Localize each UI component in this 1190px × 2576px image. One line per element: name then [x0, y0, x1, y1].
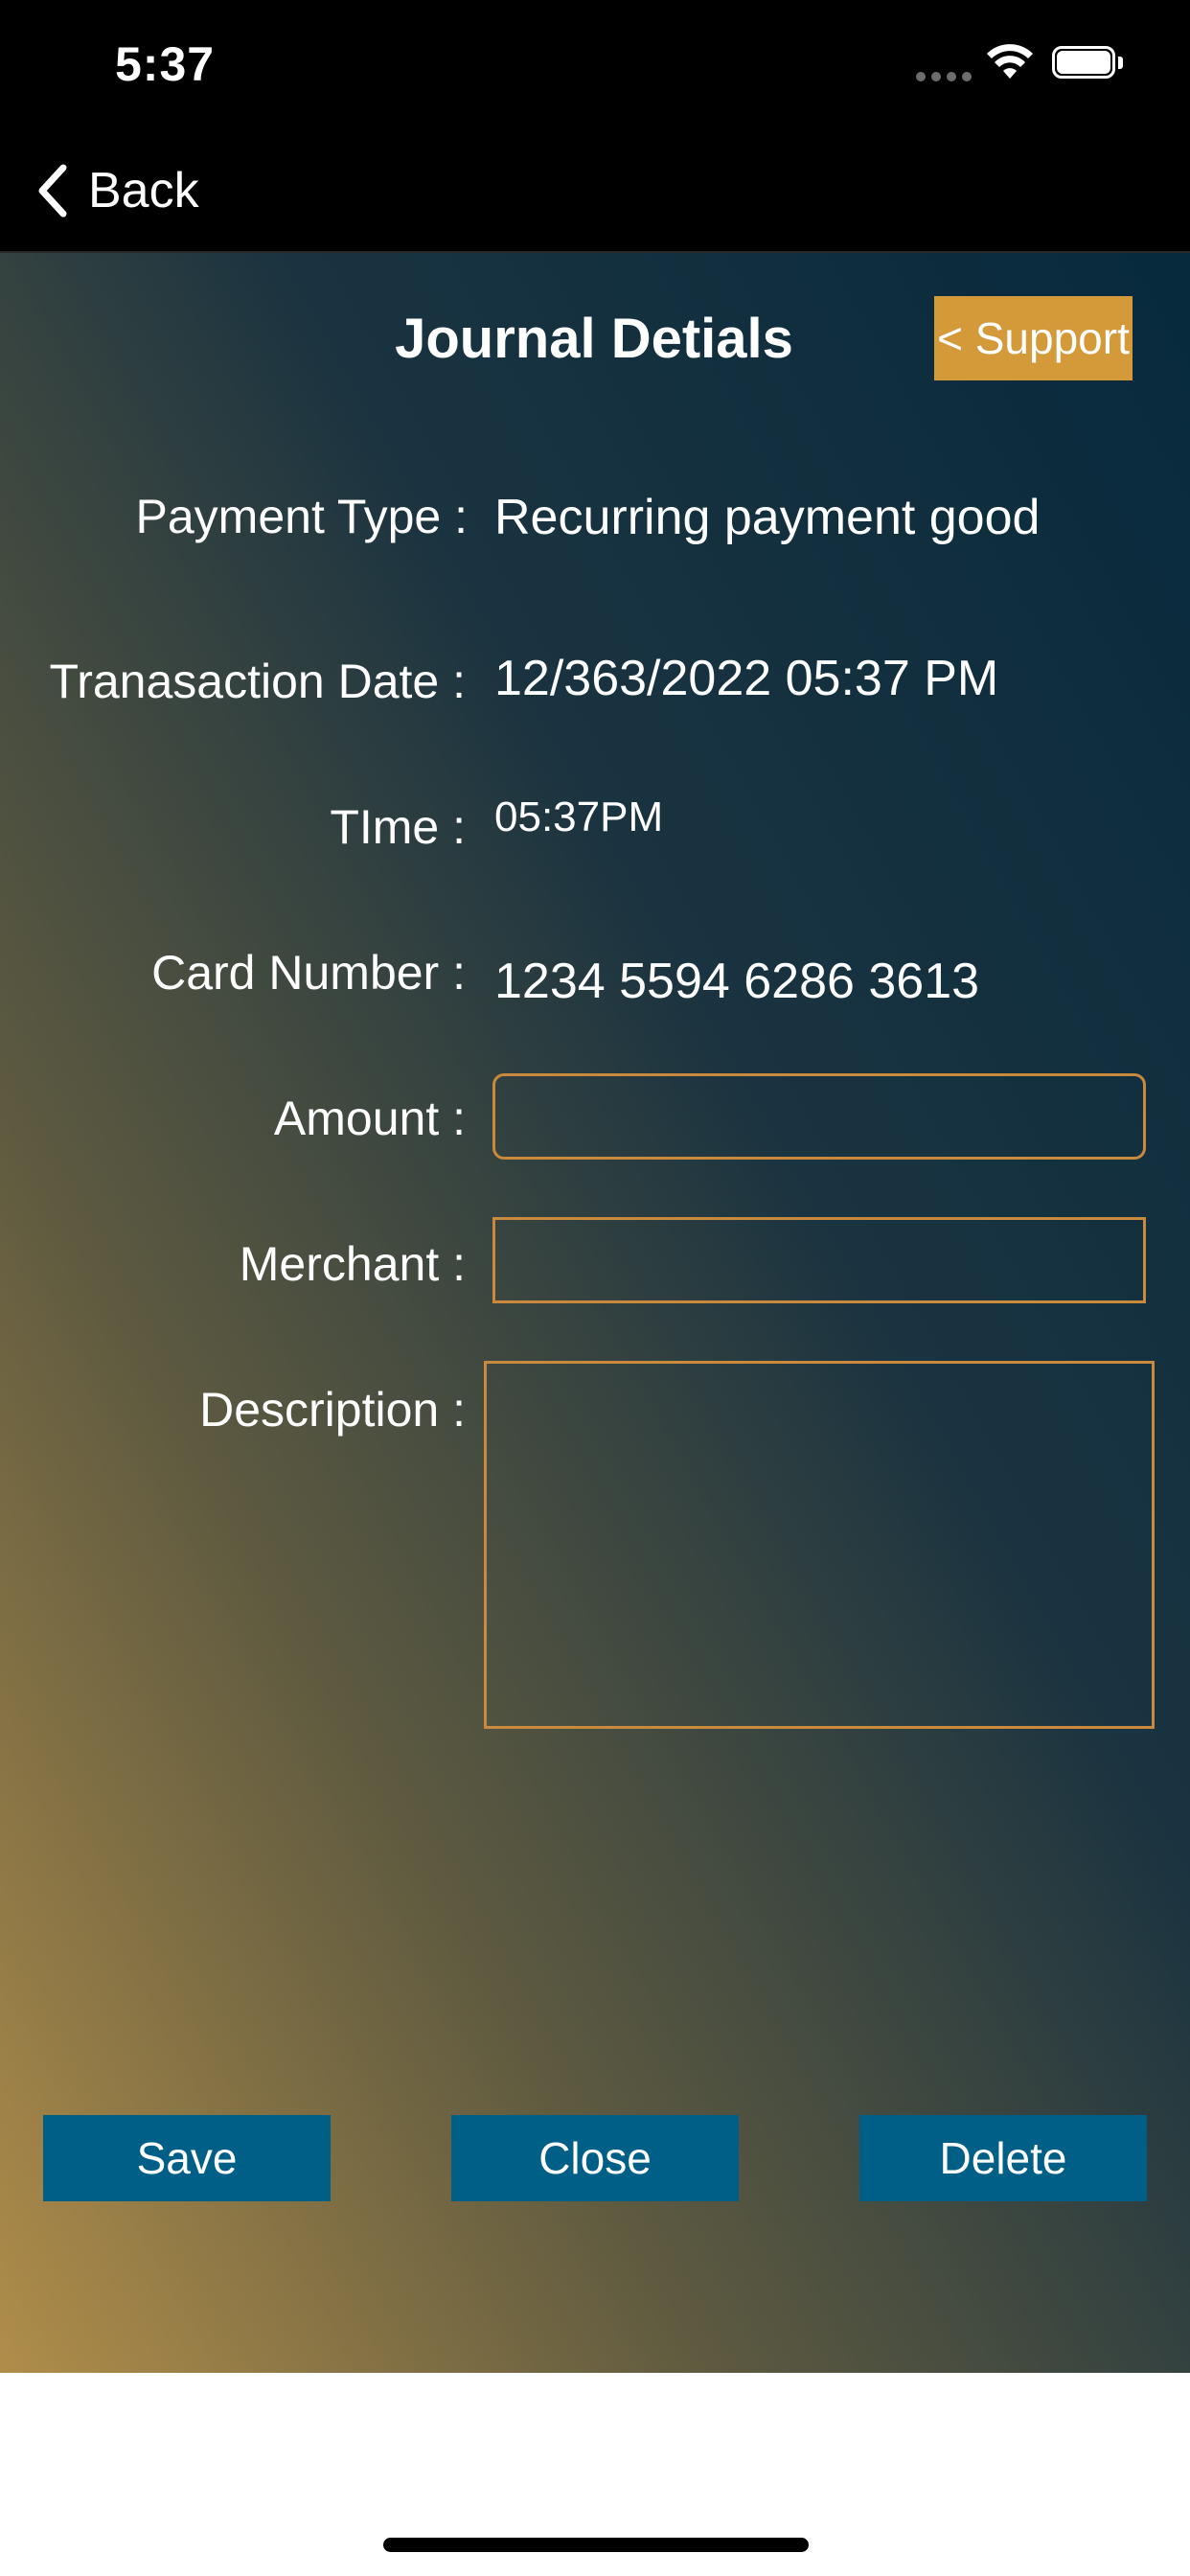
payment-type-value: Recurring payment good	[494, 490, 1041, 545]
delete-button[interactable]: Delete	[859, 2115, 1147, 2201]
journal-details-screen: Journal Detials < Support Payment Type :…	[0, 253, 1190, 2373]
transaction-date-label: Tranasaction Date :	[49, 655, 466, 708]
chevron-left-icon	[38, 164, 67, 218]
home-indicator[interactable]	[383, 2538, 809, 2552]
card-number-label: Card Number :	[151, 946, 466, 1000]
save-button[interactable]: Save	[43, 2115, 331, 2201]
card-number-value: 1234 5594 6286 3613	[494, 954, 980, 1009]
description-textarea[interactable]	[484, 1361, 1155, 1729]
home-indicator-area	[0, 2373, 1190, 2576]
transaction-date-value: 12/363/2022 05:37 PM	[494, 651, 999, 706]
amount-input[interactable]	[492, 1073, 1146, 1160]
merchant-label: Merchant :	[239, 1237, 466, 1291]
support-button[interactable]: < Support	[934, 296, 1133, 380]
close-button[interactable]: Close	[451, 2115, 739, 2201]
payment-type-label: Payment Type :	[135, 490, 468, 543]
description-label: Description :	[199, 1383, 466, 1437]
back-button[interactable]: Back	[33, 159, 199, 222]
time-label: TIme :	[330, 800, 466, 854]
merchant-input[interactable]	[492, 1217, 1146, 1303]
navigation-bar: Back	[0, 130, 1190, 253]
status-bar: 5:37	[0, 0, 1190, 130]
amount-label: Amount :	[273, 1092, 466, 1145]
status-time: 5:37	[115, 37, 216, 91]
wifi-icon	[987, 44, 1033, 79]
time-value: 05:37PM	[494, 794, 664, 840]
page-title: Journal Detials	[395, 308, 793, 370]
signal-dots-icon	[916, 72, 972, 81]
battery-icon	[1052, 46, 1127, 82]
back-label: Back	[88, 163, 199, 218]
